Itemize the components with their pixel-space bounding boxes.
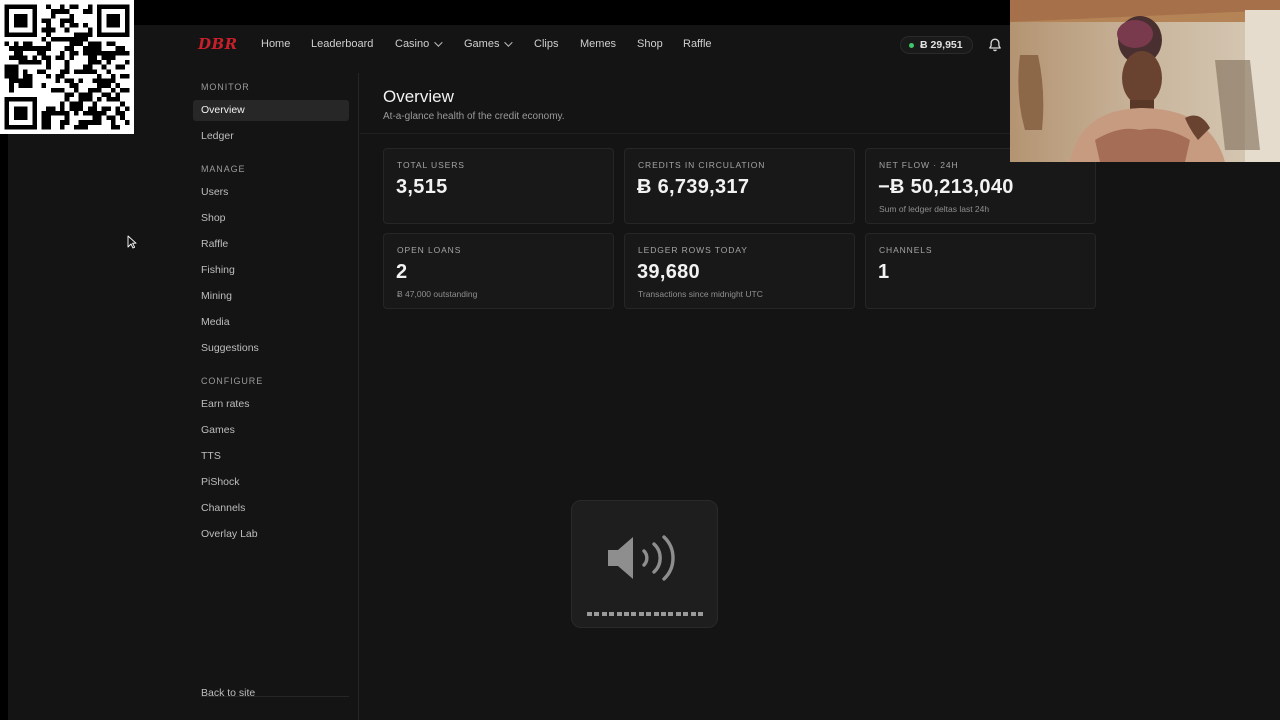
stat-label: LEDGER ROWS TODAY	[638, 245, 748, 255]
volume-segment	[675, 612, 681, 616]
volume-segment	[616, 612, 622, 616]
sidebar-item-shop[interactable]: Shop	[193, 208, 349, 229]
sidebar-section-manage: MANAGE	[201, 164, 246, 174]
chevron-down-icon	[434, 38, 443, 47]
sidebar-item-media[interactable]: Media	[193, 312, 349, 333]
stat-card-total-users: TOTAL USERS 3,515	[383, 148, 614, 224]
stat-value: 39,680	[637, 261, 700, 283]
sidebar-section-monitor: MONITOR	[201, 82, 250, 92]
nav-raffle-label: Raffle	[683, 38, 712, 50]
nav-clips-label: Clips	[534, 38, 559, 50]
stat-card-open-loans: OPEN LOANS 2 Ƀ 47,000 outstanding	[383, 233, 614, 309]
sidebar-item-mining[interactable]: Mining	[193, 286, 349, 307]
stat-value: −Ƀ 50,213,040	[878, 176, 1014, 198]
online-status-dot	[909, 42, 914, 48]
page-title: Overview	[383, 87, 454, 106]
back-to-site-link[interactable]: Back to site	[193, 683, 349, 704]
sidebar-item-users[interactable]: Users	[193, 182, 349, 203]
volume-segment	[653, 612, 659, 616]
nav-shop-label: Shop	[637, 38, 663, 50]
sidebar-item-earn-rates[interactable]: Earn rates	[193, 394, 349, 415]
nav-home[interactable]: Home	[261, 38, 290, 50]
nav-clips[interactable]: Clips	[534, 38, 558, 50]
qr-code	[0, 0, 134, 134]
nav-home-label: Home	[261, 38, 291, 50]
stat-note: Transactions since midnight UTC	[638, 289, 763, 299]
stat-value: 2	[396, 261, 408, 283]
nav-leaderboard-label: Leaderboard	[311, 38, 374, 50]
volume-segment	[668, 612, 674, 616]
stat-card-ledger-rows-today: LEDGER ROWS TODAY 39,680 Transactions si…	[624, 233, 855, 309]
mouse-cursor-icon	[127, 235, 137, 249]
sidebar-item-overview[interactable]: Overview	[193, 100, 349, 121]
volume-level-bar	[587, 612, 705, 616]
volume-segment	[609, 612, 615, 616]
bell-icon[interactable]	[987, 37, 1003, 53]
nav-shop[interactable]: Shop	[637, 38, 663, 50]
nav-games[interactable]: Games	[464, 38, 514, 50]
stat-value: 1	[878, 261, 890, 283]
sidebar-item-channels[interactable]: Channels	[193, 498, 349, 519]
volume-segment	[587, 612, 592, 616]
volume-segment	[638, 612, 644, 616]
volume-segment	[661, 612, 666, 616]
stat-label: OPEN LOANS	[397, 245, 462, 255]
stat-note: Sum of ledger deltas last 24h	[879, 204, 990, 214]
webcam-image	[1010, 0, 1280, 162]
nav-leaderboard[interactable]: Leaderboard	[311, 38, 373, 50]
volume-segment	[690, 612, 696, 616]
sidebar-item-pishock[interactable]: PiShock	[193, 472, 349, 493]
volume-hud	[571, 500, 718, 628]
sidebar-item-raffle[interactable]: Raffle	[193, 234, 349, 255]
volume-segment	[601, 612, 607, 616]
volume-segment	[631, 612, 637, 616]
stat-card-credits-in-circulation: CREDITS IN CIRCULATION Ƀ 6,739,317	[624, 148, 855, 224]
nav-memes-label: Memes	[580, 38, 617, 50]
stat-value: 3,515	[396, 176, 448, 198]
sidebar-item-suggestions[interactable]: Suggestions	[193, 338, 349, 359]
nav-casino-label: Casino	[395, 38, 430, 50]
site-logo[interactable]: DBR	[198, 35, 238, 53]
chevron-down-icon	[504, 38, 514, 47]
sidebar-item-ledger[interactable]: Ledger	[193, 126, 349, 147]
stat-label: CHANNELS	[879, 245, 933, 255]
nav-games-label: Games	[464, 38, 500, 50]
webcam-feed	[1010, 0, 1280, 162]
stat-value: Ƀ 6,739,317	[637, 176, 750, 198]
credit-balance-value: Ƀ 29,951	[920, 39, 963, 51]
sidebar-item-games[interactable]: Games	[193, 420, 349, 441]
sidebar-item-fishing[interactable]: Fishing	[193, 260, 349, 281]
nav-raffle[interactable]: Raffle	[683, 38, 712, 50]
speaker-volume-icon	[608, 535, 675, 581]
page-subtitle: At-a-glance health of the credit economy…	[383, 111, 565, 122]
nav-memes[interactable]: Memes	[580, 38, 616, 50]
volume-segment	[646, 612, 652, 616]
volume-segment	[624, 612, 629, 616]
sidebar-section-configure: CONFIGURE	[201, 376, 264, 386]
volume-segment	[683, 612, 689, 616]
volume-segment	[594, 612, 600, 616]
sidebar-item-overlay-lab[interactable]: Overlay Lab	[193, 524, 349, 545]
stat-label: CREDITS IN CIRCULATION	[638, 160, 766, 170]
admin-sidebar: MONITOR Overview Ledger MANAGE Users Sho…	[192, 73, 359, 720]
nav-casino[interactable]: Casino	[395, 38, 443, 50]
credit-balance-badge[interactable]: Ƀ 29,951	[900, 36, 973, 54]
stat-label: NET FLOW · 24H	[879, 160, 959, 170]
sidebar-item-tts[interactable]: TTS	[193, 446, 349, 467]
stat-label: TOTAL USERS	[397, 160, 465, 170]
volume-segment	[698, 612, 703, 616]
stat-card-channels: CHANNELS 1	[865, 233, 1096, 309]
stat-note: Ƀ 47,000 outstanding	[397, 289, 478, 299]
